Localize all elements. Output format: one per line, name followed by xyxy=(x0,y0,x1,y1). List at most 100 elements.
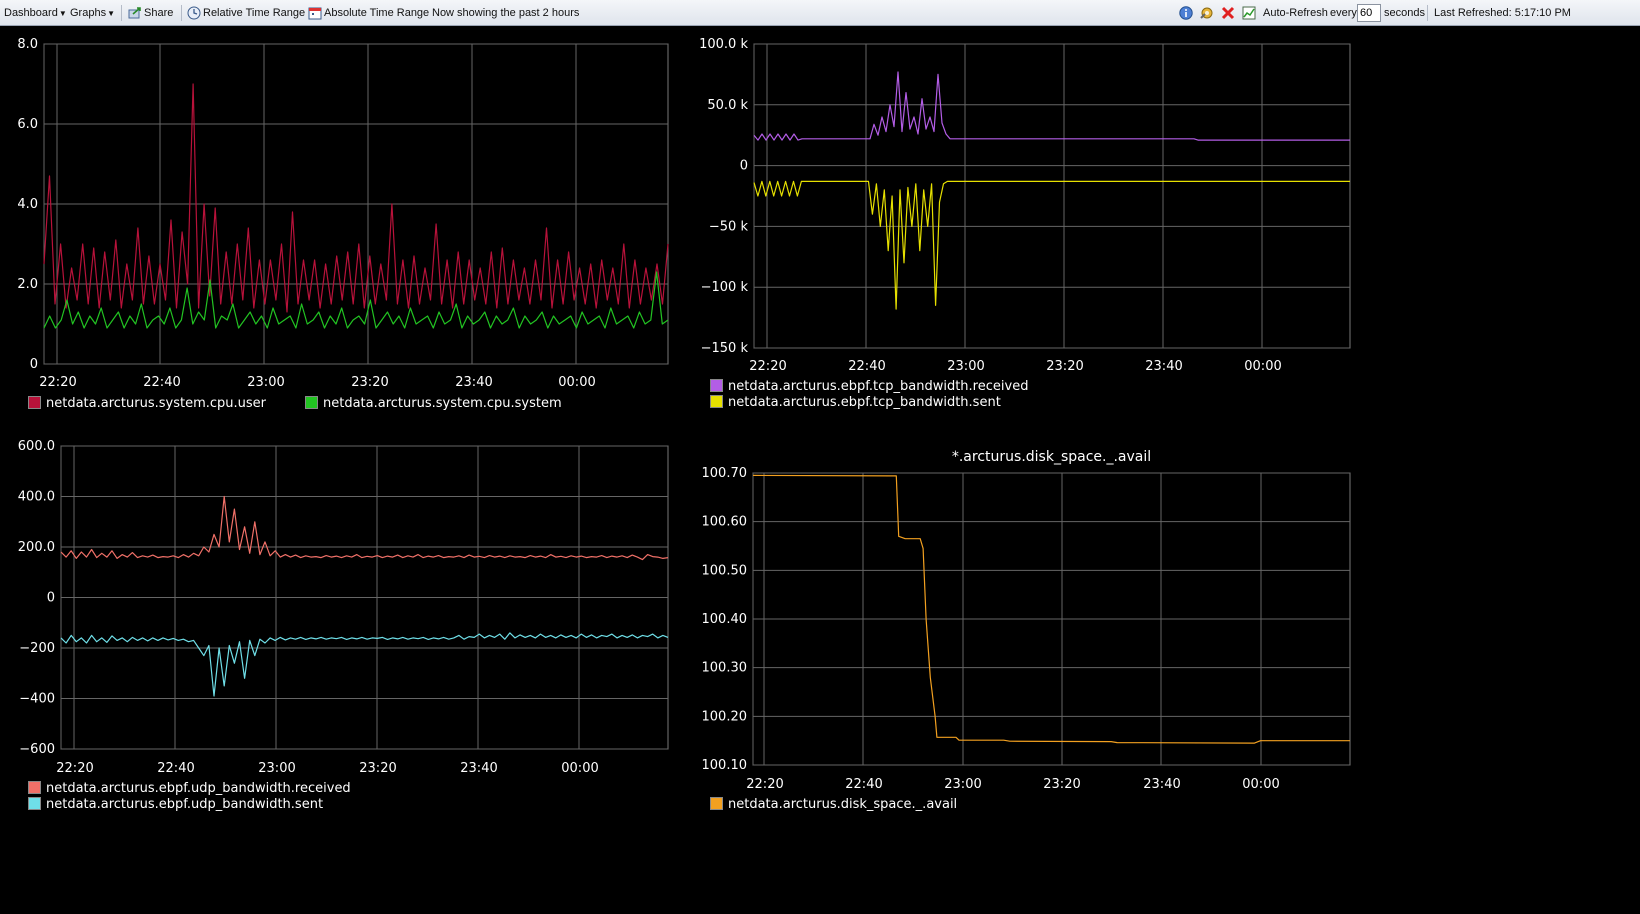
x-tick-label: 22:20 xyxy=(39,375,76,390)
series-line-0 xyxy=(43,83,669,313)
y-tick-label: 0 xyxy=(740,159,748,174)
chevron-down-icon: ▼ xyxy=(107,9,115,18)
y-tick-label: 100.50 xyxy=(702,563,748,578)
x-tick-label: 23:20 xyxy=(1043,777,1080,792)
y-tick-label: 4.0 xyxy=(17,197,38,212)
legend-label: netdata.arcturus.disk_space._.avail xyxy=(728,797,958,812)
legend-item[interactable]: netdata.arcturus.system.cpu.user xyxy=(28,396,266,412)
x-tick-label: 23:20 xyxy=(359,761,396,776)
disk-space-chart[interactable]: 100.70 100.60 100.50 100.40 100.30 100.20 100.… xyxy=(690,438,1370,800)
graphs-menu[interactable]: Graphs▼ xyxy=(70,0,115,26)
x-tick-label: 00:00 xyxy=(558,375,595,390)
y-tick-label: −100 k xyxy=(701,280,749,295)
last-refreshed-text: Last Refreshed: 5:17:10 PM xyxy=(1434,7,1571,19)
legend-label: netdata.arcturus.system.cpu.user xyxy=(46,396,267,411)
y-tick-label: 100.0 k xyxy=(699,37,748,52)
x-tick-label: 00:00 xyxy=(1244,359,1281,374)
graphs-menu-label: Graphs xyxy=(70,7,107,19)
x-tick-label: 23:20 xyxy=(351,375,388,390)
series-line-0 xyxy=(753,71,1350,141)
x-tick-label: 00:00 xyxy=(561,761,598,776)
x-tick-label: 22:40 xyxy=(143,375,180,390)
legend-swatch xyxy=(28,781,41,794)
relative-time-range-button[interactable]: Relative Time Range xyxy=(187,0,305,26)
udp-bandwidth-chart[interactable]: 600.0 400.0 200.0 0 −200 −400 −60022:20 22:40 23… xyxy=(0,432,690,784)
y-tick-label: 50.0 k xyxy=(707,98,748,113)
auto-refresh-icon[interactable] xyxy=(1242,6,1256,20)
y-tick-label: 100.60 xyxy=(702,515,748,530)
x-tick-label: 23:40 xyxy=(1143,777,1180,792)
x-tick-label: 23:00 xyxy=(247,375,284,390)
share-label: Share xyxy=(144,7,174,19)
absolute-time-range-button[interactable]: Absolute Time Range xyxy=(308,0,429,26)
y-tick-label: 100.30 xyxy=(702,661,748,676)
x-tick-label: 23:40 xyxy=(455,375,492,390)
refresh-interval-input[interactable] xyxy=(1357,4,1381,22)
y-tick-label: 100.10 xyxy=(702,758,748,773)
x-tick-label: 22:40 xyxy=(845,777,882,792)
cpu-usage-chart[interactable]: 8.0 6.0 4.0 2.0 022:20 22:40 23:00 23:20 23:40 00… xyxy=(0,30,690,400)
dashboard-menu[interactable]: Dashboard▼ xyxy=(4,0,67,26)
y-tick-label: 200.0 xyxy=(18,540,55,555)
legend-swatch xyxy=(305,396,318,409)
toolbar: Dashboard▼ Graphs▼ Share Relative Time R… xyxy=(0,0,1640,26)
series-line-0 xyxy=(60,495,669,561)
x-tick-label: 22:20 xyxy=(746,777,783,792)
y-tick-label: −200 xyxy=(19,641,55,656)
y-tick-label: 100.70 xyxy=(702,466,748,481)
y-tick-label: 6.0 xyxy=(17,117,38,132)
legend-item[interactable]: netdata.arcturus.ebpf.tcp_bandwidth.rece… xyxy=(710,379,1028,395)
y-tick-label: 0 xyxy=(47,591,55,606)
y-tick-label: −150 k xyxy=(701,341,749,356)
x-tick-label: 23:00 xyxy=(258,761,295,776)
plot-area xyxy=(753,43,1351,349)
toolbar-divider xyxy=(181,5,182,21)
share-button[interactable]: Share xyxy=(128,0,173,26)
x-tick-label: 23:00 xyxy=(947,359,984,374)
y-tick-label: 400.0 xyxy=(18,490,55,505)
legend-label: netdata.arcturus.ebpf.udp_bandwidth.sent xyxy=(46,797,324,812)
y-tick-label: 2.0 xyxy=(17,277,38,292)
legend-label: netdata.arcturus.ebpf.tcp_bandwidth.rece… xyxy=(728,379,1029,394)
series-line-1 xyxy=(753,180,1350,310)
y-tick-label: 100.40 xyxy=(702,612,748,627)
x-tick-label: 23:00 xyxy=(944,777,981,792)
y-tick-label: 0 xyxy=(30,357,38,372)
tcp-bandwidth-chart[interactable]: 100.0 k 50.0 k 0 −50 k −100 k −150 k22:20 22:4… xyxy=(690,30,1370,400)
x-tick-label: 00:00 xyxy=(1242,777,1279,792)
series-line-1 xyxy=(60,632,669,697)
y-tick-label: −400 xyxy=(19,692,55,707)
legend-item[interactable]: netdata.arcturus.ebpf.udp_bandwidth.sent xyxy=(28,797,323,813)
y-tick-label: 600.0 xyxy=(18,439,55,454)
share-icon xyxy=(128,7,141,19)
info-icon[interactable] xyxy=(1179,6,1193,20)
legend-item[interactable]: netdata.arcturus.ebpf.udp_bandwidth.rece… xyxy=(28,781,351,797)
x-tick-label: 22:20 xyxy=(749,359,786,374)
every-label: every xyxy=(1330,7,1357,19)
close-icon[interactable] xyxy=(1221,6,1235,20)
legend-item[interactable]: netdata.arcturus.system.cpu.system xyxy=(305,396,562,412)
y-tick-label: 100.20 xyxy=(702,709,748,724)
legend-item[interactable]: netdata.arcturus.disk_space._.avail xyxy=(710,797,957,813)
x-tick-label: 23:40 xyxy=(1145,359,1182,374)
legend-label: netdata.arcturus.ebpf.udp_bandwidth.rece… xyxy=(46,781,351,796)
legend-swatch xyxy=(710,797,723,810)
legend-label: netdata.arcturus.system.cpu.system xyxy=(323,396,562,411)
legend-swatch xyxy=(710,379,723,392)
y-tick-label: −50 k xyxy=(709,219,749,234)
toolbar-divider xyxy=(121,5,122,21)
dashboard-menu-label: Dashboard xyxy=(4,7,58,19)
x-tick-label: 22:20 xyxy=(56,761,93,776)
legend-swatch xyxy=(28,396,41,409)
calendar-icon xyxy=(308,7,322,20)
x-tick-label: 23:20 xyxy=(1046,359,1083,374)
chart-title: *.arcturus.disk_space._.avail xyxy=(952,449,1151,465)
chevron-down-icon: ▼ xyxy=(58,9,67,18)
x-tick-label: 22:40 xyxy=(157,761,194,776)
x-tick-label: 22:40 xyxy=(848,359,885,374)
legend-swatch xyxy=(28,797,41,810)
series-line-0 xyxy=(752,474,1350,744)
auto-refresh-label: Auto-Refresh xyxy=(1263,7,1328,19)
legend-item[interactable]: netdata.arcturus.ebpf.tcp_bandwidth.sent xyxy=(710,395,1001,411)
settings-icon[interactable] xyxy=(1200,6,1214,20)
